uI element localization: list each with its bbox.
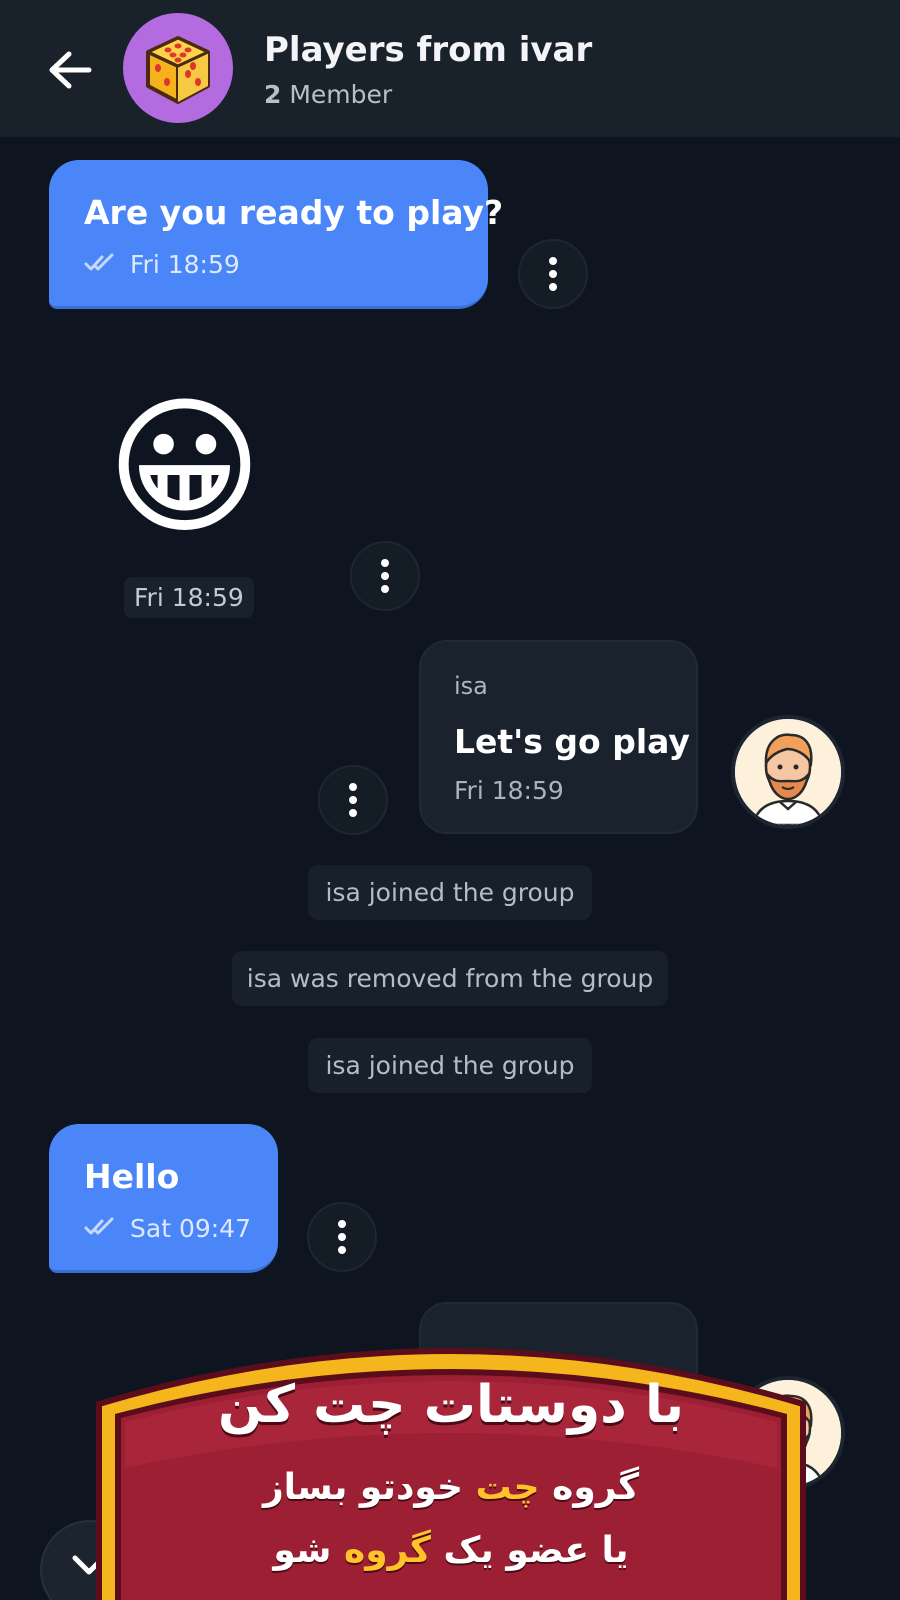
promo-headline: با دوستات چت کن bbox=[217, 1375, 685, 1435]
group-avatar[interactable] bbox=[123, 13, 233, 123]
promo-line-2-a: گروه bbox=[539, 1467, 640, 1508]
message-bubble-outgoing[interactable] bbox=[49, 1124, 278, 1273]
message-options-button[interactable] bbox=[350, 541, 420, 611]
member-count: 2 bbox=[264, 80, 282, 109]
double-check-icon bbox=[84, 253, 114, 271]
message-text: Hello bbox=[84, 1157, 180, 1196]
promo-line-3-b: شو bbox=[273, 1530, 344, 1571]
system-message: isa joined the group bbox=[308, 1038, 592, 1093]
chat-header: Players from ivar 2 Member bbox=[0, 0, 900, 137]
avatar[interactable] bbox=[731, 715, 845, 829]
emoji-message-time: Fri 18:59 bbox=[124, 577, 254, 618]
emoji-message[interactable]: 😀 bbox=[92, 378, 277, 558]
message-text: Let's go play bbox=[454, 722, 690, 761]
member-count-label: 2 Member bbox=[264, 80, 392, 109]
message-text: Are you ready to play? bbox=[84, 193, 504, 232]
promo-line-3-a: یا عضو یک bbox=[430, 1530, 629, 1571]
message-time: Fri 18:59 bbox=[454, 776, 564, 805]
promo-line-3-highlight: گروه bbox=[343, 1530, 431, 1571]
promo-line-2-highlight: چت bbox=[475, 1467, 540, 1508]
more-vertical-icon bbox=[381, 557, 389, 596]
message-sender: isa bbox=[454, 672, 488, 700]
user-avatar-illustration bbox=[735, 719, 841, 825]
more-vertical-icon bbox=[338, 1218, 346, 1257]
more-vertical-icon bbox=[549, 255, 557, 294]
promo-line-2: گروه چت خودتو بساز bbox=[95, 1467, 807, 1508]
promo-line-3: یا عضو یک گروه شو bbox=[95, 1530, 807, 1571]
system-message: isa was removed from the group bbox=[232, 951, 668, 1006]
message-options-button[interactable] bbox=[318, 765, 388, 835]
system-message: isa joined the group bbox=[308, 865, 592, 920]
dice-icon bbox=[146, 36, 210, 104]
message-bubble-outgoing[interactable] bbox=[49, 160, 488, 309]
back-button[interactable] bbox=[40, 40, 100, 100]
message-time: Sat 09:47 bbox=[130, 1214, 251, 1243]
message-options-button[interactable] bbox=[307, 1202, 377, 1272]
group-title: Players from ivar bbox=[264, 30, 593, 70]
promo-line-2-b: خودتو بساز bbox=[262, 1467, 476, 1508]
double-check-icon bbox=[84, 1217, 114, 1235]
message-options-button[interactable] bbox=[518, 239, 588, 309]
back-arrow-icon bbox=[49, 51, 92, 89]
member-label: Member bbox=[289, 80, 393, 109]
message-time: Fri 18:59 bbox=[130, 250, 240, 279]
more-vertical-icon bbox=[349, 781, 357, 820]
